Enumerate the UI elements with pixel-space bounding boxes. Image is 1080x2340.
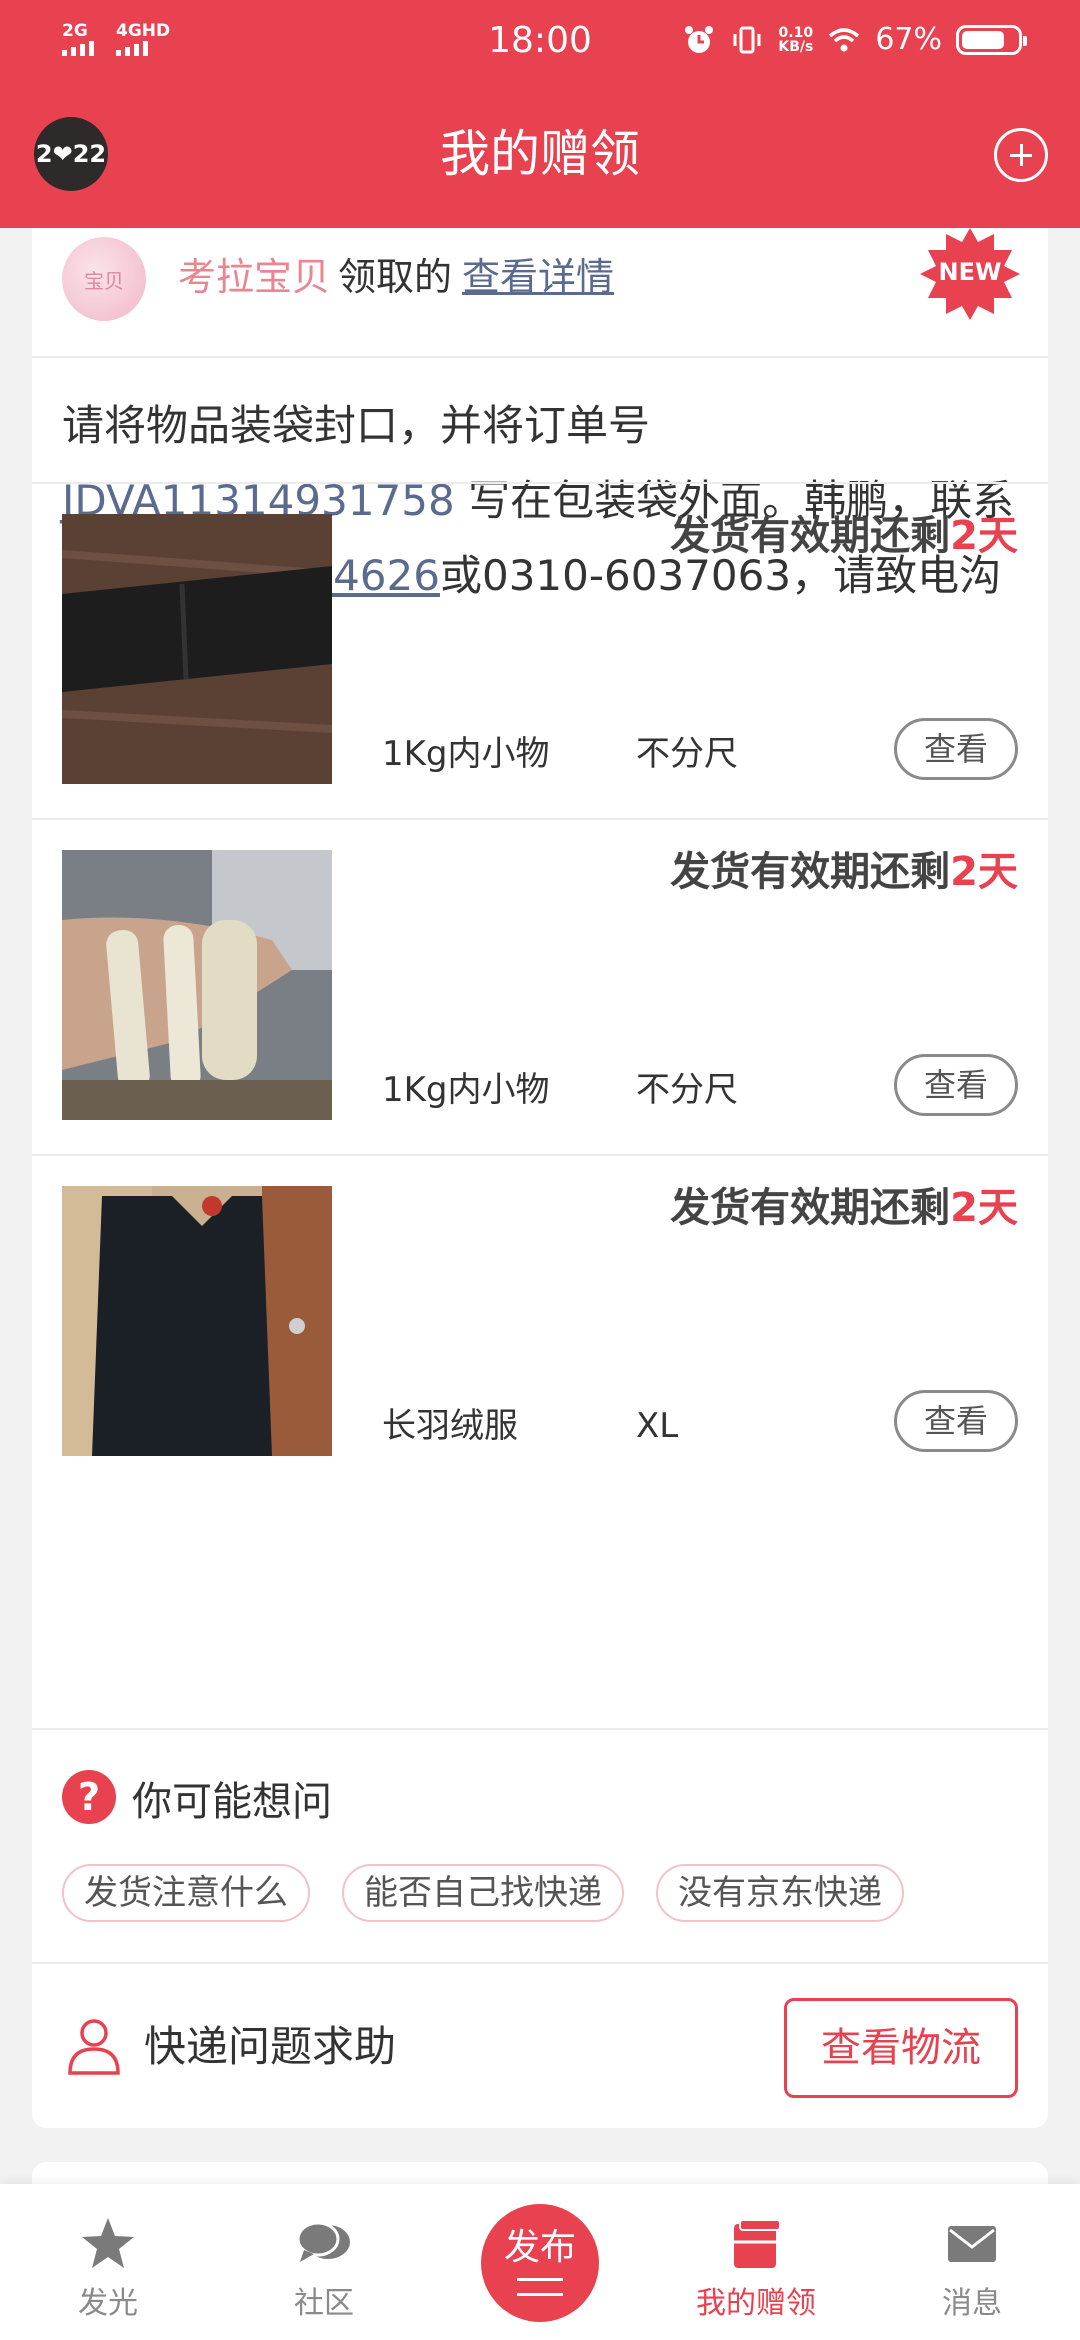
item-size: 不分尺 — [636, 734, 738, 774]
gift-box-icon — [734, 2219, 781, 2268]
item-photo[interactable] — [62, 1186, 332, 1456]
question-icon: ? — [62, 1770, 116, 1824]
faq-chip[interactable]: 能否自己找快递 — [342, 1864, 624, 1922]
list-item[interactable]: 发货有效期还剩2天 1Kg内小物 不分尺 查看 — [32, 818, 1048, 1154]
claimer-name[interactable]: 考拉宝贝 — [178, 255, 330, 299]
status-icons: 0.10 KB/s 67% — [682, 20, 1027, 60]
item-photo[interactable] — [62, 514, 332, 784]
item-category: 长羽绒服 — [382, 1406, 518, 1446]
item-category: 1Kg内小物 — [382, 1070, 550, 1110]
faq-chips: 发货注意什么 能否自己找快递 没有京东快递 — [62, 1864, 904, 1922]
faq-title: 你可能想问 — [132, 1779, 332, 1825]
claimer-row: 宝贝 考拉宝贝 领取的 查看详情 NEW — [32, 228, 1048, 358]
claim-card: 宝贝 考拉宝贝 领取的 查看详情 NEW 请将物品装袋封口，并将订单号 JDVA11… — [32, 228, 1048, 2128]
battery-percent: 67% — [875, 22, 942, 57]
vibrate-icon — [733, 26, 761, 54]
star-icon — [82, 2218, 134, 2268]
courier-help-row[interactable]: 快递问题求助 查看物流 — [32, 1964, 1048, 2128]
faq-section: ? 你可能想问 发货注意什么 能否自己找快递 没有京东快递 — [32, 1728, 1048, 1964]
black-belt-photo — [62, 514, 332, 784]
faq-chip[interactable]: 发货注意什么 — [62, 1864, 310, 1922]
alarm-icon — [685, 26, 714, 53]
shipping-deadline: 发货有效期还剩2天 — [670, 1185, 1018, 1231]
view-details-link[interactable]: 查看详情 — [462, 255, 614, 299]
shipping-deadline: 发货有效期还剩2天 — [670, 849, 1018, 895]
courier-help-text: 快递问题求助 — [144, 2022, 397, 2071]
black-dress-photo — [62, 1186, 332, 1456]
item-category: 1Kg内小物 — [382, 734, 550, 774]
list-item[interactable]: 发货有效期还剩2天 长羽绒服 XL 查看 — [32, 1154, 1048, 1490]
person-icon — [68, 2019, 120, 2075]
tab-glow[interactable]: 发光 — [0, 2184, 216, 2340]
battery-icon — [956, 25, 1027, 55]
item-size: 不分尺 — [636, 1070, 738, 1110]
tab-my-gifts[interactable]: 我的赠领 — [648, 2184, 864, 2340]
claimer-verb: 领取的 — [338, 255, 453, 299]
claimer-avatar[interactable]: 宝贝 — [62, 237, 146, 321]
network-speed: 0.10 KB/s — [778, 25, 814, 55]
view-logistics-button[interactable]: 查看物流 — [784, 1998, 1018, 2098]
status-bar: 2G 4GHD 18:00 0.10 KB/s 67% — [0, 0, 1080, 80]
chat-bubble-icon — [296, 2221, 350, 2262]
page-title: 我的赠领 — [440, 125, 640, 183]
view-button[interactable]: 查看 — [894, 1390, 1018, 1452]
list-item[interactable]: 发货有效期还剩2天 1Kg内小物 不分尺 查看 — [32, 482, 1048, 818]
tab-bar: 发光 社区 发布 我的赠领 消息 — [0, 2184, 1080, 2340]
publish-button[interactable]: 发布 — [481, 2204, 599, 2322]
claimer-line: 考拉宝贝 领取的 查看详情 — [178, 250, 614, 304]
white-bands-photo — [62, 850, 332, 1120]
publish-icon — [517, 2278, 563, 2296]
view-button[interactable]: 查看 — [894, 1054, 1018, 1116]
wifi-icon — [829, 28, 860, 52]
item-photo[interactable] — [62, 850, 332, 1120]
nav-bar: 2❤22 我的赠领 — [0, 80, 1080, 228]
faq-chip[interactable]: 没有京东快递 — [656, 1864, 904, 1922]
mail-icon — [948, 2226, 996, 2262]
view-button[interactable]: 查看 — [894, 718, 1018, 780]
tab-community[interactable]: 社区 — [216, 2184, 432, 2340]
shipping-deadline: 发货有效期还剩2天 — [670, 513, 1018, 559]
tab-messages[interactable]: 消息 — [864, 2184, 1080, 2340]
new-badge: NEW — [918, 228, 1022, 320]
add-button[interactable] — [994, 128, 1048, 182]
item-size: XL — [636, 1406, 679, 1446]
